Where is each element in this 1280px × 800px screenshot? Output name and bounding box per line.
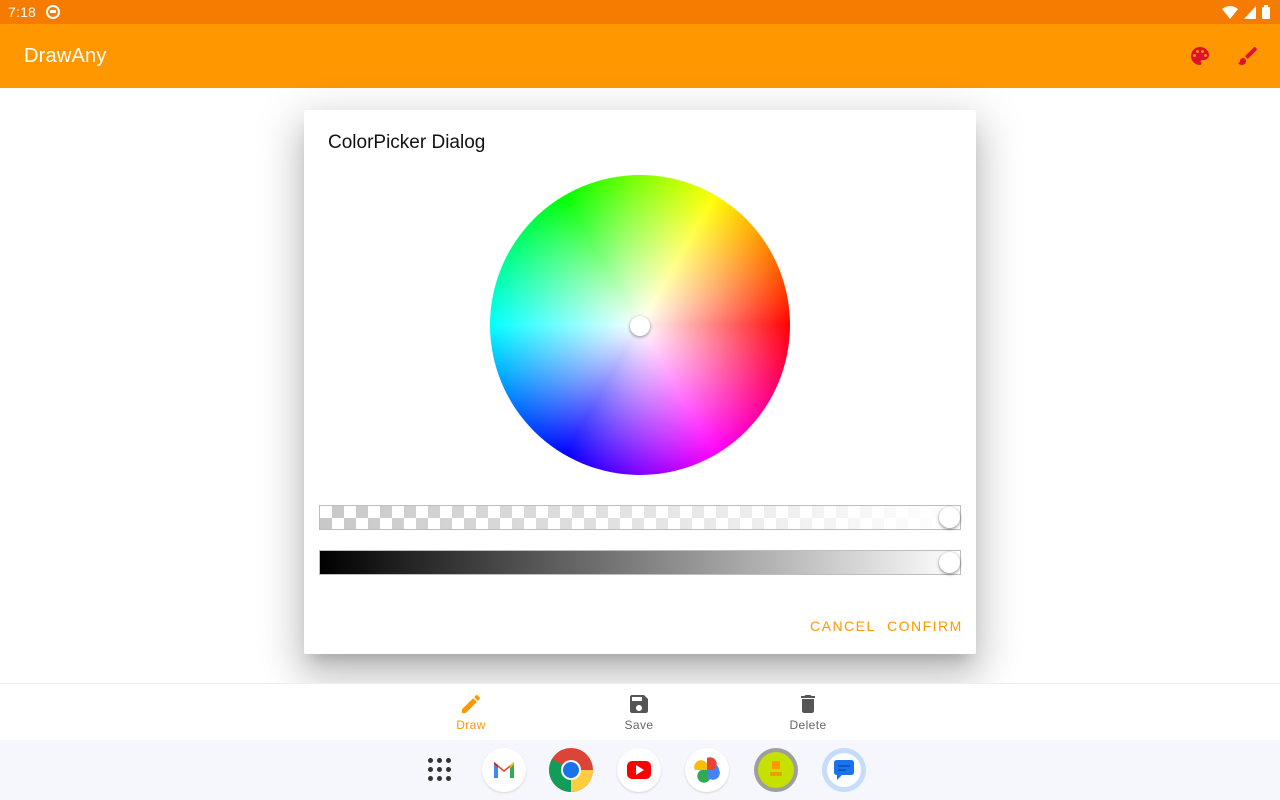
brush-button[interactable]	[1236, 44, 1260, 68]
nav-label-draw: Draw	[456, 718, 486, 732]
nav-label-delete: Delete	[789, 718, 827, 732]
photos-icon[interactable]	[685, 748, 729, 792]
notification-app-icon	[46, 5, 60, 19]
gmail-icon[interactable]	[482, 748, 526, 792]
nav-label-save: Save	[624, 718, 654, 732]
status-bar: 7:18	[0, 0, 1280, 24]
color-palette-button[interactable]	[1188, 44, 1212, 68]
brush-icon	[1238, 46, 1258, 65]
nav-item-draw[interactable]: Draw	[431, 692, 511, 732]
brightness-slider-thumb[interactable]	[939, 552, 960, 573]
cancel-button[interactable]: CANCEL	[810, 618, 876, 634]
save-icon	[630, 695, 648, 713]
nav-item-save[interactable]: Save	[599, 692, 679, 732]
status-time: 7:18	[8, 4, 37, 20]
app-title: DrawAny	[24, 45, 107, 67]
alpha-slider-thumb[interactable]	[939, 507, 960, 528]
nav-item-delete[interactable]: Delete	[768, 692, 848, 732]
confirm-button[interactable]: CONFIRM	[887, 618, 963, 634]
cellular-icon	[1244, 5, 1256, 19]
youtube-icon[interactable]	[617, 748, 661, 792]
messages-icon[interactable]	[822, 748, 866, 792]
drawany-icon[interactable]	[754, 748, 798, 792]
palette-icon	[1191, 47, 1209, 65]
apps-grid-icon[interactable]	[418, 748, 462, 792]
brightness-slider[interactable]	[319, 550, 961, 575]
color-picker-dialog: ColorPicker Dialog CANCEL CONFIRM	[304, 110, 976, 654]
alpha-slider[interactable]	[319, 505, 961, 530]
trash-icon	[801, 695, 815, 713]
taskbar	[0, 740, 1280, 800]
status-indicators	[1222, 5, 1270, 19]
chrome-icon[interactable]	[549, 748, 593, 792]
app-bar: DrawAny	[0, 24, 1280, 88]
color-wheel-selector[interactable]	[630, 316, 650, 336]
bottom-navigation: Draw Save Delete	[0, 683, 1280, 740]
battery-icon	[1262, 5, 1270, 19]
dialog-title: ColorPicker Dialog	[328, 132, 486, 153]
pencil-icon	[462, 694, 481, 713]
wifi-icon	[1222, 5, 1238, 19]
